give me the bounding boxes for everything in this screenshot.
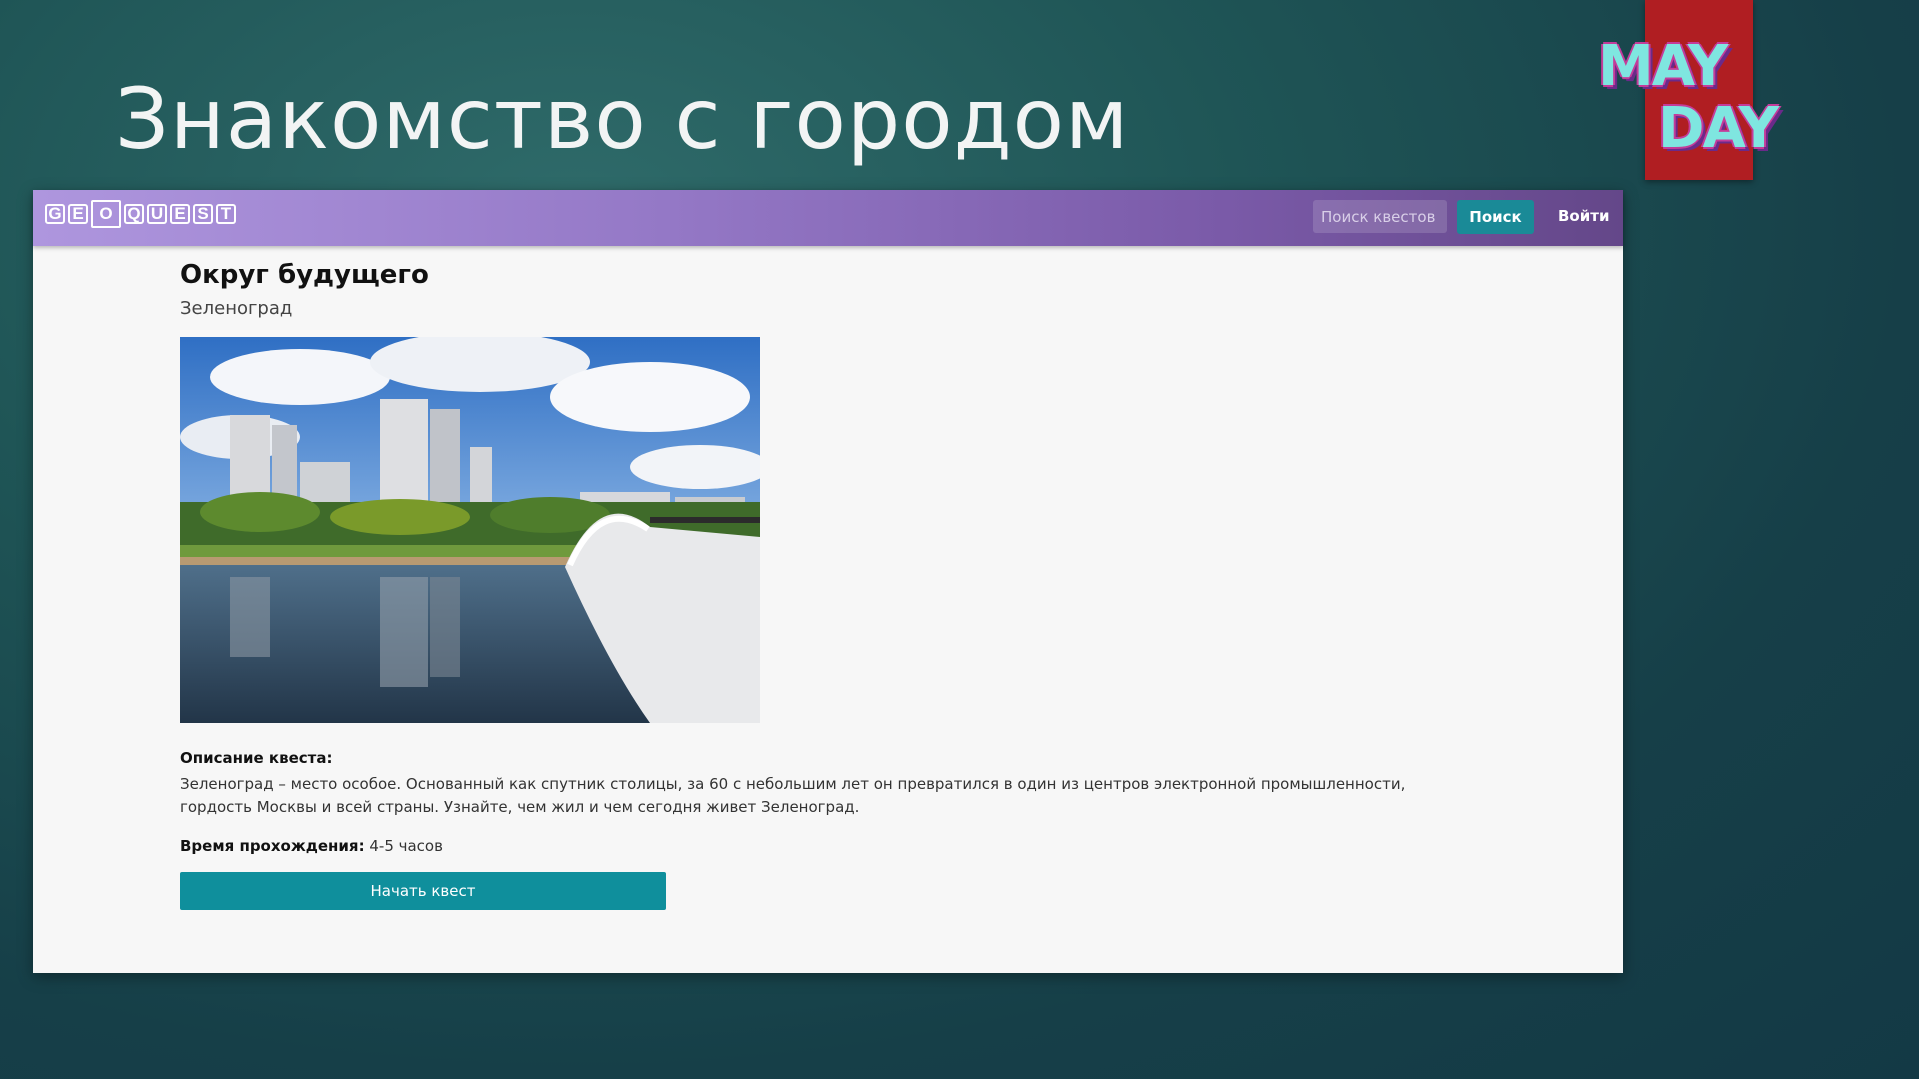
duration-label: Время прохождения: [180,837,365,855]
slide-title: Знакомство с городом [115,70,1130,168]
logo-letter: G [45,204,65,224]
logo-letter: Q [124,204,144,224]
description-label: Описание квеста: [180,749,333,767]
description-text: Зеленоград – место особое. Основанный ка… [180,775,1406,816]
duration-value: 4-5 часов [369,837,443,855]
quest-title: Округ будущего [180,260,429,290]
browser-window: G E O Q U E S T Поиск Войти Округ будуще… [33,190,1623,973]
quest-content: Округ будущего Зеленоград Описание квест… [180,260,1460,910]
logo-letter: E [170,204,190,224]
search-button[interactable]: Поиск [1457,200,1534,234]
logo-letter: E [68,204,88,224]
geoquest-logo[interactable]: G E O Q U E S T [45,200,236,228]
start-quest-button[interactable]: Начать квест [180,872,666,910]
mayday-logo-line2: DAY [1658,96,1779,161]
quest-city: Зеленоград [180,298,293,319]
login-link[interactable]: Войти [1558,207,1609,225]
logo-letter: U [147,204,167,224]
zelenograd-photo [180,337,760,723]
logo-letter: S [193,204,213,224]
logo-letter: O [91,200,121,228]
search-input[interactable] [1313,200,1447,233]
logo-letter: T [216,204,236,224]
mayday-logo-line1: MAY [1598,34,1728,99]
quest-photo [180,337,760,723]
navbar: G E O Q U E S T Поиск Войти [33,190,1623,246]
duration-row: Время прохождения: 4-5 часов [180,837,1460,855]
